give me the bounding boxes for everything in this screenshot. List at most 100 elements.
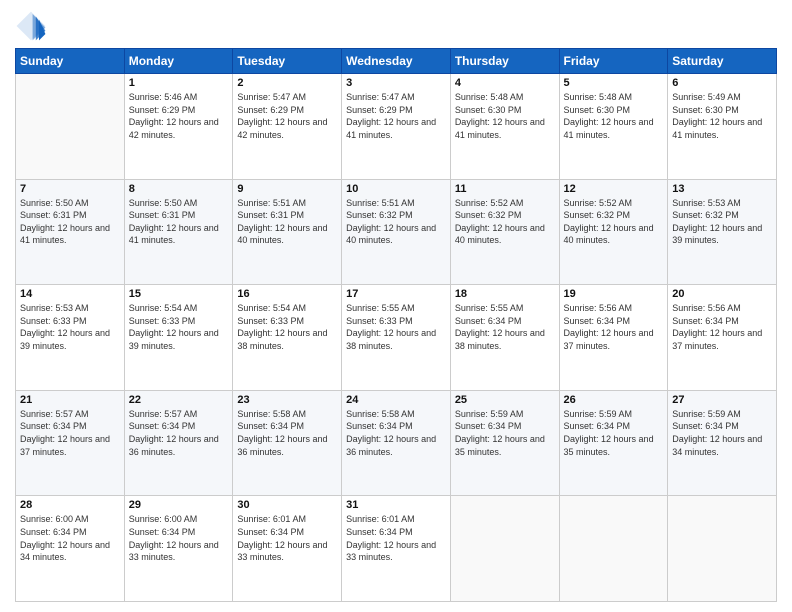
day-cell: 30 Sunrise: 6:01 AM Sunset: 6:34 PM Dayl…	[233, 496, 342, 602]
daylight: Daylight: 12 hours and 36 minutes.	[129, 434, 219, 457]
day-info: Sunrise: 5:47 AM Sunset: 6:29 PM Dayligh…	[237, 91, 337, 141]
day-cell: 15 Sunrise: 5:54 AM Sunset: 6:33 PM Dayl…	[124, 285, 233, 391]
sunset: Sunset: 6:34 PM	[237, 421, 304, 431]
sunset: Sunset: 6:29 PM	[237, 105, 304, 115]
sunrise: Sunrise: 5:51 AM	[237, 198, 306, 208]
day-cell: 5 Sunrise: 5:48 AM Sunset: 6:30 PM Dayli…	[559, 74, 668, 180]
daylight: Daylight: 12 hours and 34 minutes.	[672, 434, 762, 457]
day-number: 2	[237, 77, 337, 89]
day-header-saturday: Saturday	[668, 49, 777, 74]
day-info: Sunrise: 5:58 AM Sunset: 6:34 PM Dayligh…	[237, 408, 337, 458]
day-number: 7	[20, 183, 120, 195]
day-info: Sunrise: 5:46 AM Sunset: 6:29 PM Dayligh…	[129, 91, 229, 141]
sunrise: Sunrise: 5:56 AM	[672, 303, 741, 313]
day-number: 17	[346, 288, 446, 300]
day-info: Sunrise: 5:54 AM Sunset: 6:33 PM Dayligh…	[129, 302, 229, 352]
day-number: 26	[564, 394, 664, 406]
day-cell	[559, 496, 668, 602]
sunrise: Sunrise: 5:48 AM	[455, 92, 524, 102]
day-cell: 17 Sunrise: 5:55 AM Sunset: 6:33 PM Dayl…	[342, 285, 451, 391]
sunset: Sunset: 6:34 PM	[564, 316, 631, 326]
daylight: Daylight: 12 hours and 40 minutes.	[237, 223, 327, 246]
day-info: Sunrise: 5:59 AM Sunset: 6:34 PM Dayligh…	[672, 408, 772, 458]
day-info: Sunrise: 5:49 AM Sunset: 6:30 PM Dayligh…	[672, 91, 772, 141]
daylight: Daylight: 12 hours and 41 minutes.	[455, 117, 545, 140]
sunrise: Sunrise: 5:51 AM	[346, 198, 415, 208]
day-info: Sunrise: 5:56 AM Sunset: 6:34 PM Dayligh…	[564, 302, 664, 352]
day-info: Sunrise: 5:47 AM Sunset: 6:29 PM Dayligh…	[346, 91, 446, 141]
day-info: Sunrise: 5:52 AM Sunset: 6:32 PM Dayligh…	[564, 197, 664, 247]
sunrise: Sunrise: 5:59 AM	[564, 409, 633, 419]
day-cell: 4 Sunrise: 5:48 AM Sunset: 6:30 PM Dayli…	[450, 74, 559, 180]
day-info: Sunrise: 6:00 AM Sunset: 6:34 PM Dayligh…	[20, 513, 120, 563]
day-cell: 31 Sunrise: 6:01 AM Sunset: 6:34 PM Dayl…	[342, 496, 451, 602]
day-cell: 16 Sunrise: 5:54 AM Sunset: 6:33 PM Dayl…	[233, 285, 342, 391]
day-number: 29	[129, 499, 229, 511]
week-row-1: 1 Sunrise: 5:46 AM Sunset: 6:29 PM Dayli…	[16, 74, 777, 180]
sunrise: Sunrise: 5:58 AM	[237, 409, 306, 419]
day-info: Sunrise: 6:00 AM Sunset: 6:34 PM Dayligh…	[129, 513, 229, 563]
sunrise: Sunrise: 6:00 AM	[20, 514, 89, 524]
day-info: Sunrise: 5:48 AM Sunset: 6:30 PM Dayligh…	[564, 91, 664, 141]
day-cell: 8 Sunrise: 5:50 AM Sunset: 6:31 PM Dayli…	[124, 179, 233, 285]
daylight: Daylight: 12 hours and 36 minutes.	[237, 434, 327, 457]
daylight: Daylight: 12 hours and 39 minutes.	[20, 328, 110, 351]
day-number: 3	[346, 77, 446, 89]
page: SundayMondayTuesdayWednesdayThursdayFrid…	[0, 0, 792, 612]
sunrise: Sunrise: 5:58 AM	[346, 409, 415, 419]
day-cell: 6 Sunrise: 5:49 AM Sunset: 6:30 PM Dayli…	[668, 74, 777, 180]
sunrise: Sunrise: 5:56 AM	[564, 303, 633, 313]
day-info: Sunrise: 5:56 AM Sunset: 6:34 PM Dayligh…	[672, 302, 772, 352]
day-cell: 21 Sunrise: 5:57 AM Sunset: 6:34 PM Dayl…	[16, 390, 125, 496]
daylight: Daylight: 12 hours and 41 minutes.	[129, 223, 219, 246]
sunset: Sunset: 6:34 PM	[455, 421, 522, 431]
day-number: 15	[129, 288, 229, 300]
day-cell	[16, 74, 125, 180]
day-header-friday: Friday	[559, 49, 668, 74]
sunrise: Sunrise: 5:47 AM	[237, 92, 306, 102]
logo-icon	[15, 10, 47, 42]
sunrise: Sunrise: 5:47 AM	[346, 92, 415, 102]
day-cell	[668, 496, 777, 602]
day-number: 27	[672, 394, 772, 406]
day-header-wednesday: Wednesday	[342, 49, 451, 74]
day-number: 6	[672, 77, 772, 89]
daylight: Daylight: 12 hours and 38 minutes.	[455, 328, 545, 351]
sunrise: Sunrise: 5:55 AM	[346, 303, 415, 313]
sunrise: Sunrise: 5:53 AM	[20, 303, 89, 313]
daylight: Daylight: 12 hours and 38 minutes.	[346, 328, 436, 351]
day-cell: 28 Sunrise: 6:00 AM Sunset: 6:34 PM Dayl…	[16, 496, 125, 602]
day-cell: 24 Sunrise: 5:58 AM Sunset: 6:34 PM Dayl…	[342, 390, 451, 496]
daylight: Daylight: 12 hours and 42 minutes.	[129, 117, 219, 140]
daylight: Daylight: 12 hours and 37 minutes.	[20, 434, 110, 457]
day-cell: 10 Sunrise: 5:51 AM Sunset: 6:32 PM Dayl…	[342, 179, 451, 285]
sunset: Sunset: 6:31 PM	[237, 210, 304, 220]
day-info: Sunrise: 5:51 AM Sunset: 6:31 PM Dayligh…	[237, 197, 337, 247]
sunrise: Sunrise: 5:46 AM	[129, 92, 198, 102]
sunset: Sunset: 6:34 PM	[237, 527, 304, 537]
day-cell: 3 Sunrise: 5:47 AM Sunset: 6:29 PM Dayli…	[342, 74, 451, 180]
day-number: 28	[20, 499, 120, 511]
daylight: Daylight: 12 hours and 35 minutes.	[455, 434, 545, 457]
week-row-3: 14 Sunrise: 5:53 AM Sunset: 6:33 PM Dayl…	[16, 285, 777, 391]
sunrise: Sunrise: 6:01 AM	[346, 514, 415, 524]
day-cell: 26 Sunrise: 5:59 AM Sunset: 6:34 PM Dayl…	[559, 390, 668, 496]
day-cell: 22 Sunrise: 5:57 AM Sunset: 6:34 PM Dayl…	[124, 390, 233, 496]
day-number: 30	[237, 499, 337, 511]
sunset: Sunset: 6:34 PM	[346, 421, 413, 431]
day-info: Sunrise: 5:51 AM Sunset: 6:32 PM Dayligh…	[346, 197, 446, 247]
daylight: Daylight: 12 hours and 34 minutes.	[20, 540, 110, 563]
logo	[15, 10, 51, 42]
day-info: Sunrise: 5:53 AM Sunset: 6:32 PM Dayligh…	[672, 197, 772, 247]
day-info: Sunrise: 5:54 AM Sunset: 6:33 PM Dayligh…	[237, 302, 337, 352]
day-number: 10	[346, 183, 446, 195]
sunset: Sunset: 6:29 PM	[129, 105, 196, 115]
day-number: 18	[455, 288, 555, 300]
day-info: Sunrise: 5:57 AM Sunset: 6:34 PM Dayligh…	[20, 408, 120, 458]
header	[15, 10, 777, 42]
sunrise: Sunrise: 5:53 AM	[672, 198, 741, 208]
day-cell: 19 Sunrise: 5:56 AM Sunset: 6:34 PM Dayl…	[559, 285, 668, 391]
day-number: 5	[564, 77, 664, 89]
daylight: Daylight: 12 hours and 41 minutes.	[672, 117, 762, 140]
day-info: Sunrise: 5:55 AM Sunset: 6:33 PM Dayligh…	[346, 302, 446, 352]
